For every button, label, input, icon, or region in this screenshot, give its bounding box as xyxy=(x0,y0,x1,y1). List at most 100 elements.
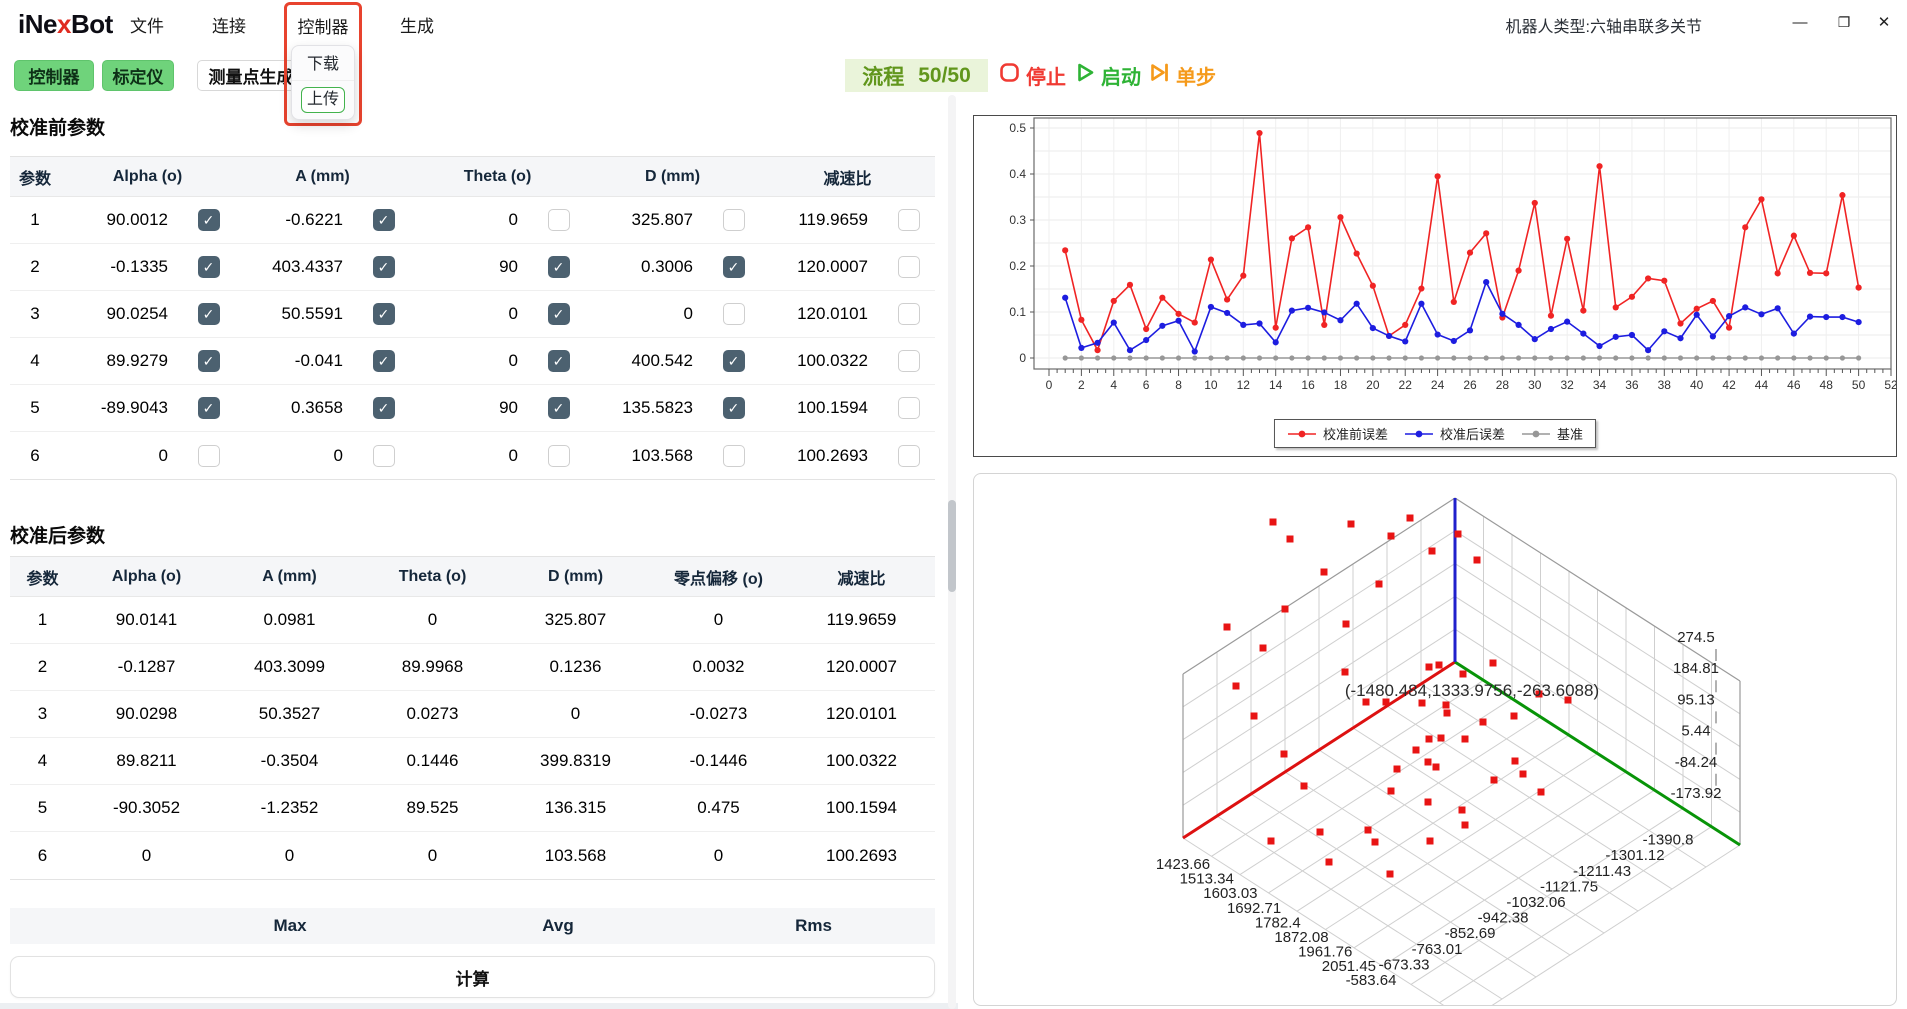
param-checkbox[interactable]: ✓ xyxy=(373,397,395,419)
param-checkbox[interactable]: ✓ xyxy=(548,397,570,419)
row-index: 6 xyxy=(10,846,75,866)
param-value: -0.1446 xyxy=(647,751,790,771)
param-checkbox[interactable] xyxy=(898,397,920,419)
param-checkbox[interactable] xyxy=(898,303,920,325)
param-checkbox[interactable]: ✓ xyxy=(198,397,220,419)
scatter-point xyxy=(1491,777,1498,784)
param-checkbox[interactable]: ✓ xyxy=(198,303,220,325)
param-value: 0 xyxy=(410,304,532,324)
param-checkbox[interactable]: ✓ xyxy=(373,256,395,278)
start-button[interactable]: 启动 xyxy=(1073,60,1141,91)
param-value: 89.8211 xyxy=(75,751,218,771)
pre-table-row: 190.0012✓-0.6221✓0325.807119.9659 xyxy=(10,197,935,244)
scatter-point xyxy=(1512,758,1519,765)
param-value: -90.3052 xyxy=(75,798,218,818)
pre-table-title: 校准前参数 xyxy=(10,113,105,140)
param-checkbox[interactable]: ✓ xyxy=(373,209,395,231)
svg-text:6: 6 xyxy=(1143,378,1150,392)
param-checkbox[interactable]: ✓ xyxy=(548,350,570,372)
param-value: 50.5591 xyxy=(235,304,357,324)
scatter-point xyxy=(1427,838,1434,845)
param-checkbox[interactable]: ✓ xyxy=(723,256,745,278)
param-value: -0.3504 xyxy=(218,751,361,771)
param-checkbox[interactable]: ✓ xyxy=(373,350,395,372)
param-value: 90.0141 xyxy=(75,610,218,630)
param-checkbox[interactable]: ✓ xyxy=(548,303,570,325)
stats-rms-label: Rms xyxy=(692,916,935,936)
scatter-3d-canvas[interactable]: (-1480.484,1333.9756,-263.6088)274.5184.… xyxy=(974,474,1896,1005)
svg-text:-1121.75: -1121.75 xyxy=(1540,878,1598,895)
param-value: 90.0012 xyxy=(60,210,182,230)
post-calibration-table: 参数Alpha (o)A (mm)Theta (o)D (mm)零点偏移 (o)… xyxy=(10,556,935,880)
param-checkbox[interactable] xyxy=(548,445,570,467)
param-checkbox[interactable]: ✓ xyxy=(198,256,220,278)
menu-item-download[interactable]: 下载 xyxy=(292,49,354,81)
param-checkbox[interactable]: ✓ xyxy=(198,209,220,231)
param-checkbox[interactable]: ✓ xyxy=(373,303,395,325)
param-checkbox[interactable] xyxy=(898,350,920,372)
scatter-point xyxy=(1372,839,1379,846)
param-checkbox[interactable] xyxy=(723,209,745,231)
scatter-point xyxy=(1413,747,1420,754)
param-checkbox[interactable] xyxy=(548,209,570,231)
row-index: 3 xyxy=(10,304,60,324)
tab-controller[interactable]: 控制器 xyxy=(14,60,94,91)
menu-item-upload[interactable]: 上传 xyxy=(301,87,345,113)
param-value: 103.568 xyxy=(585,446,707,466)
vertical-scrollbar[interactable] xyxy=(948,95,956,1009)
calculate-button[interactable]: 计算 xyxy=(10,956,935,998)
menu-generate[interactable]: 生成 xyxy=(389,12,445,37)
minimize-button[interactable]: — xyxy=(1785,8,1815,36)
pre-calibration-table: 参数Alpha (o)A (mm)Theta (o)D (mm)减速比 190.… xyxy=(10,156,935,480)
post-table-row: 5-90.3052-1.235289.525136.3150.475100.15… xyxy=(10,785,935,832)
svg-text:28: 28 xyxy=(1496,378,1510,392)
tab-calibrator[interactable]: 标定仪 xyxy=(102,60,174,91)
param-checkbox[interactable]: ✓ xyxy=(198,350,220,372)
menu-controller[interactable]: 控制器 xyxy=(287,13,359,38)
svg-text:36: 36 xyxy=(1625,378,1639,392)
legend-label: 校准后误差 xyxy=(1440,424,1505,443)
restore-button[interactable]: ❐ xyxy=(1829,8,1859,36)
scatter-3d-plot[interactable]: (-1480.484,1333.9756,-263.6088)274.5184.… xyxy=(973,473,1897,1006)
flow-value: 50/50 xyxy=(918,64,971,88)
row-index: 4 xyxy=(10,351,60,371)
horizontal-scrollbar[interactable] xyxy=(0,1003,958,1009)
param-value: 0 xyxy=(60,446,182,466)
scatter-point xyxy=(1388,533,1395,540)
menu-connect[interactable]: 连接 xyxy=(201,12,257,37)
param-checkbox[interactable]: ✓ xyxy=(548,256,570,278)
menu-file[interactable]: 文件 xyxy=(119,12,175,37)
param-value: 0.0273 xyxy=(361,704,504,724)
param-checkbox[interactable] xyxy=(723,303,745,325)
stats-header: Max Avg Rms xyxy=(10,908,935,944)
param-value: 100.2693 xyxy=(790,846,933,866)
scatter-point xyxy=(1268,838,1275,845)
svg-text:34: 34 xyxy=(1593,378,1607,392)
close-button[interactable]: ✕ xyxy=(1869,8,1899,36)
chart-legend: 校准前误差校准后误差基准 xyxy=(1274,419,1596,448)
param-checkbox[interactable] xyxy=(898,209,920,231)
scatter-point xyxy=(1426,736,1433,743)
step-icon xyxy=(1148,61,1171,90)
post-col-header: 减速比 xyxy=(790,565,933,589)
param-checkbox[interactable]: ✓ xyxy=(723,350,745,372)
param-checkbox[interactable]: ✓ xyxy=(723,397,745,419)
param-checkbox[interactable] xyxy=(898,445,920,467)
param-checkbox[interactable] xyxy=(198,445,220,467)
stop-icon xyxy=(998,61,1021,90)
scatter-point xyxy=(1455,531,1462,538)
param-checkbox[interactable] xyxy=(898,256,920,278)
row-index: 1 xyxy=(10,610,75,630)
stop-button[interactable]: 停止 xyxy=(998,60,1066,91)
svg-text:0: 0 xyxy=(1019,351,1026,365)
stats-avg-label: Avg xyxy=(424,916,692,936)
pre-table-row: 5-89.9043✓0.3658✓90✓135.5823✓100.1594 xyxy=(10,385,935,432)
step-button[interactable]: 单步 xyxy=(1148,60,1216,91)
param-checkbox[interactable] xyxy=(373,445,395,467)
flow-progress-badge: 流程 50/50 xyxy=(845,59,988,92)
param-checkbox[interactable] xyxy=(723,445,745,467)
scrollbar-thumb[interactable] xyxy=(948,500,956,592)
scatter-point xyxy=(1436,662,1443,669)
svg-text:16: 16 xyxy=(1301,378,1315,392)
scatter-point xyxy=(1480,719,1487,726)
